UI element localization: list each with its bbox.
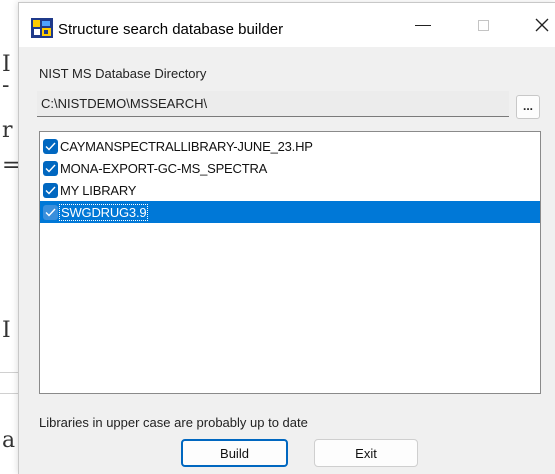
background-divider xyxy=(0,372,20,373)
checkmark-icon xyxy=(45,186,56,195)
library-label: MONA-EXPORT-GC-MS_SPECTRA xyxy=(60,160,268,176)
minimize-icon xyxy=(415,24,431,26)
library-list[interactable]: CAYMANSPECTRALLIBRARY-JUNE_23.HP MONA-EX… xyxy=(39,131,541,394)
build-button[interactable]: Build xyxy=(181,439,288,467)
title-bar[interactable]: Structure search database builder xyxy=(19,3,555,47)
directory-label: NIST MS Database Directory xyxy=(39,66,207,81)
checkmark-icon xyxy=(45,208,56,217)
background-text-fragment: r xyxy=(2,118,13,143)
library-label: MY LIBRARY xyxy=(60,182,137,198)
library-checkbox[interactable] xyxy=(43,160,58,176)
background-text-fragment: - xyxy=(2,73,10,98)
library-checkbox[interactable] xyxy=(43,204,58,220)
exit-button[interactable]: Exit xyxy=(314,439,418,467)
directory-input[interactable] xyxy=(37,91,509,117)
maximize-button[interactable] xyxy=(460,3,506,47)
checkmark-icon xyxy=(45,164,56,173)
background-app-fragment: I - r = I a xyxy=(0,0,20,474)
library-item-mona[interactable]: MONA-EXPORT-GC-MS_SPECTRA xyxy=(40,157,540,179)
app-icon xyxy=(31,18,53,38)
background-text-fragment: a xyxy=(2,428,16,453)
library-checkbox[interactable] xyxy=(43,138,58,154)
browse-button[interactable]: ... xyxy=(516,95,540,119)
close-button[interactable] xyxy=(519,3,555,47)
library-item-swgdrug[interactable]: SWGDRUG3.9 xyxy=(40,201,540,223)
background-divider xyxy=(0,393,20,394)
library-item-cayman[interactable]: CAYMANSPECTRALLIBRARY-JUNE_23.HP xyxy=(40,135,540,157)
minimize-button[interactable] xyxy=(400,3,446,47)
library-item-my-library[interactable]: MY LIBRARY xyxy=(40,179,540,201)
window-title: Structure search database builder xyxy=(58,21,284,38)
background-text-fragment: I xyxy=(2,318,11,343)
dialog-window: Structure search database builder NIST M… xyxy=(18,2,555,474)
library-checkbox[interactable] xyxy=(43,182,58,198)
checkmark-icon xyxy=(45,142,56,151)
library-label: SWGDRUG3.9 xyxy=(58,203,149,221)
library-label: CAYMANSPECTRALLIBRARY-JUNE_23.HP xyxy=(60,138,313,154)
maximize-icon xyxy=(477,19,489,31)
close-icon xyxy=(535,18,549,32)
hint-text: Libraries in upper case are probably up … xyxy=(39,415,308,430)
